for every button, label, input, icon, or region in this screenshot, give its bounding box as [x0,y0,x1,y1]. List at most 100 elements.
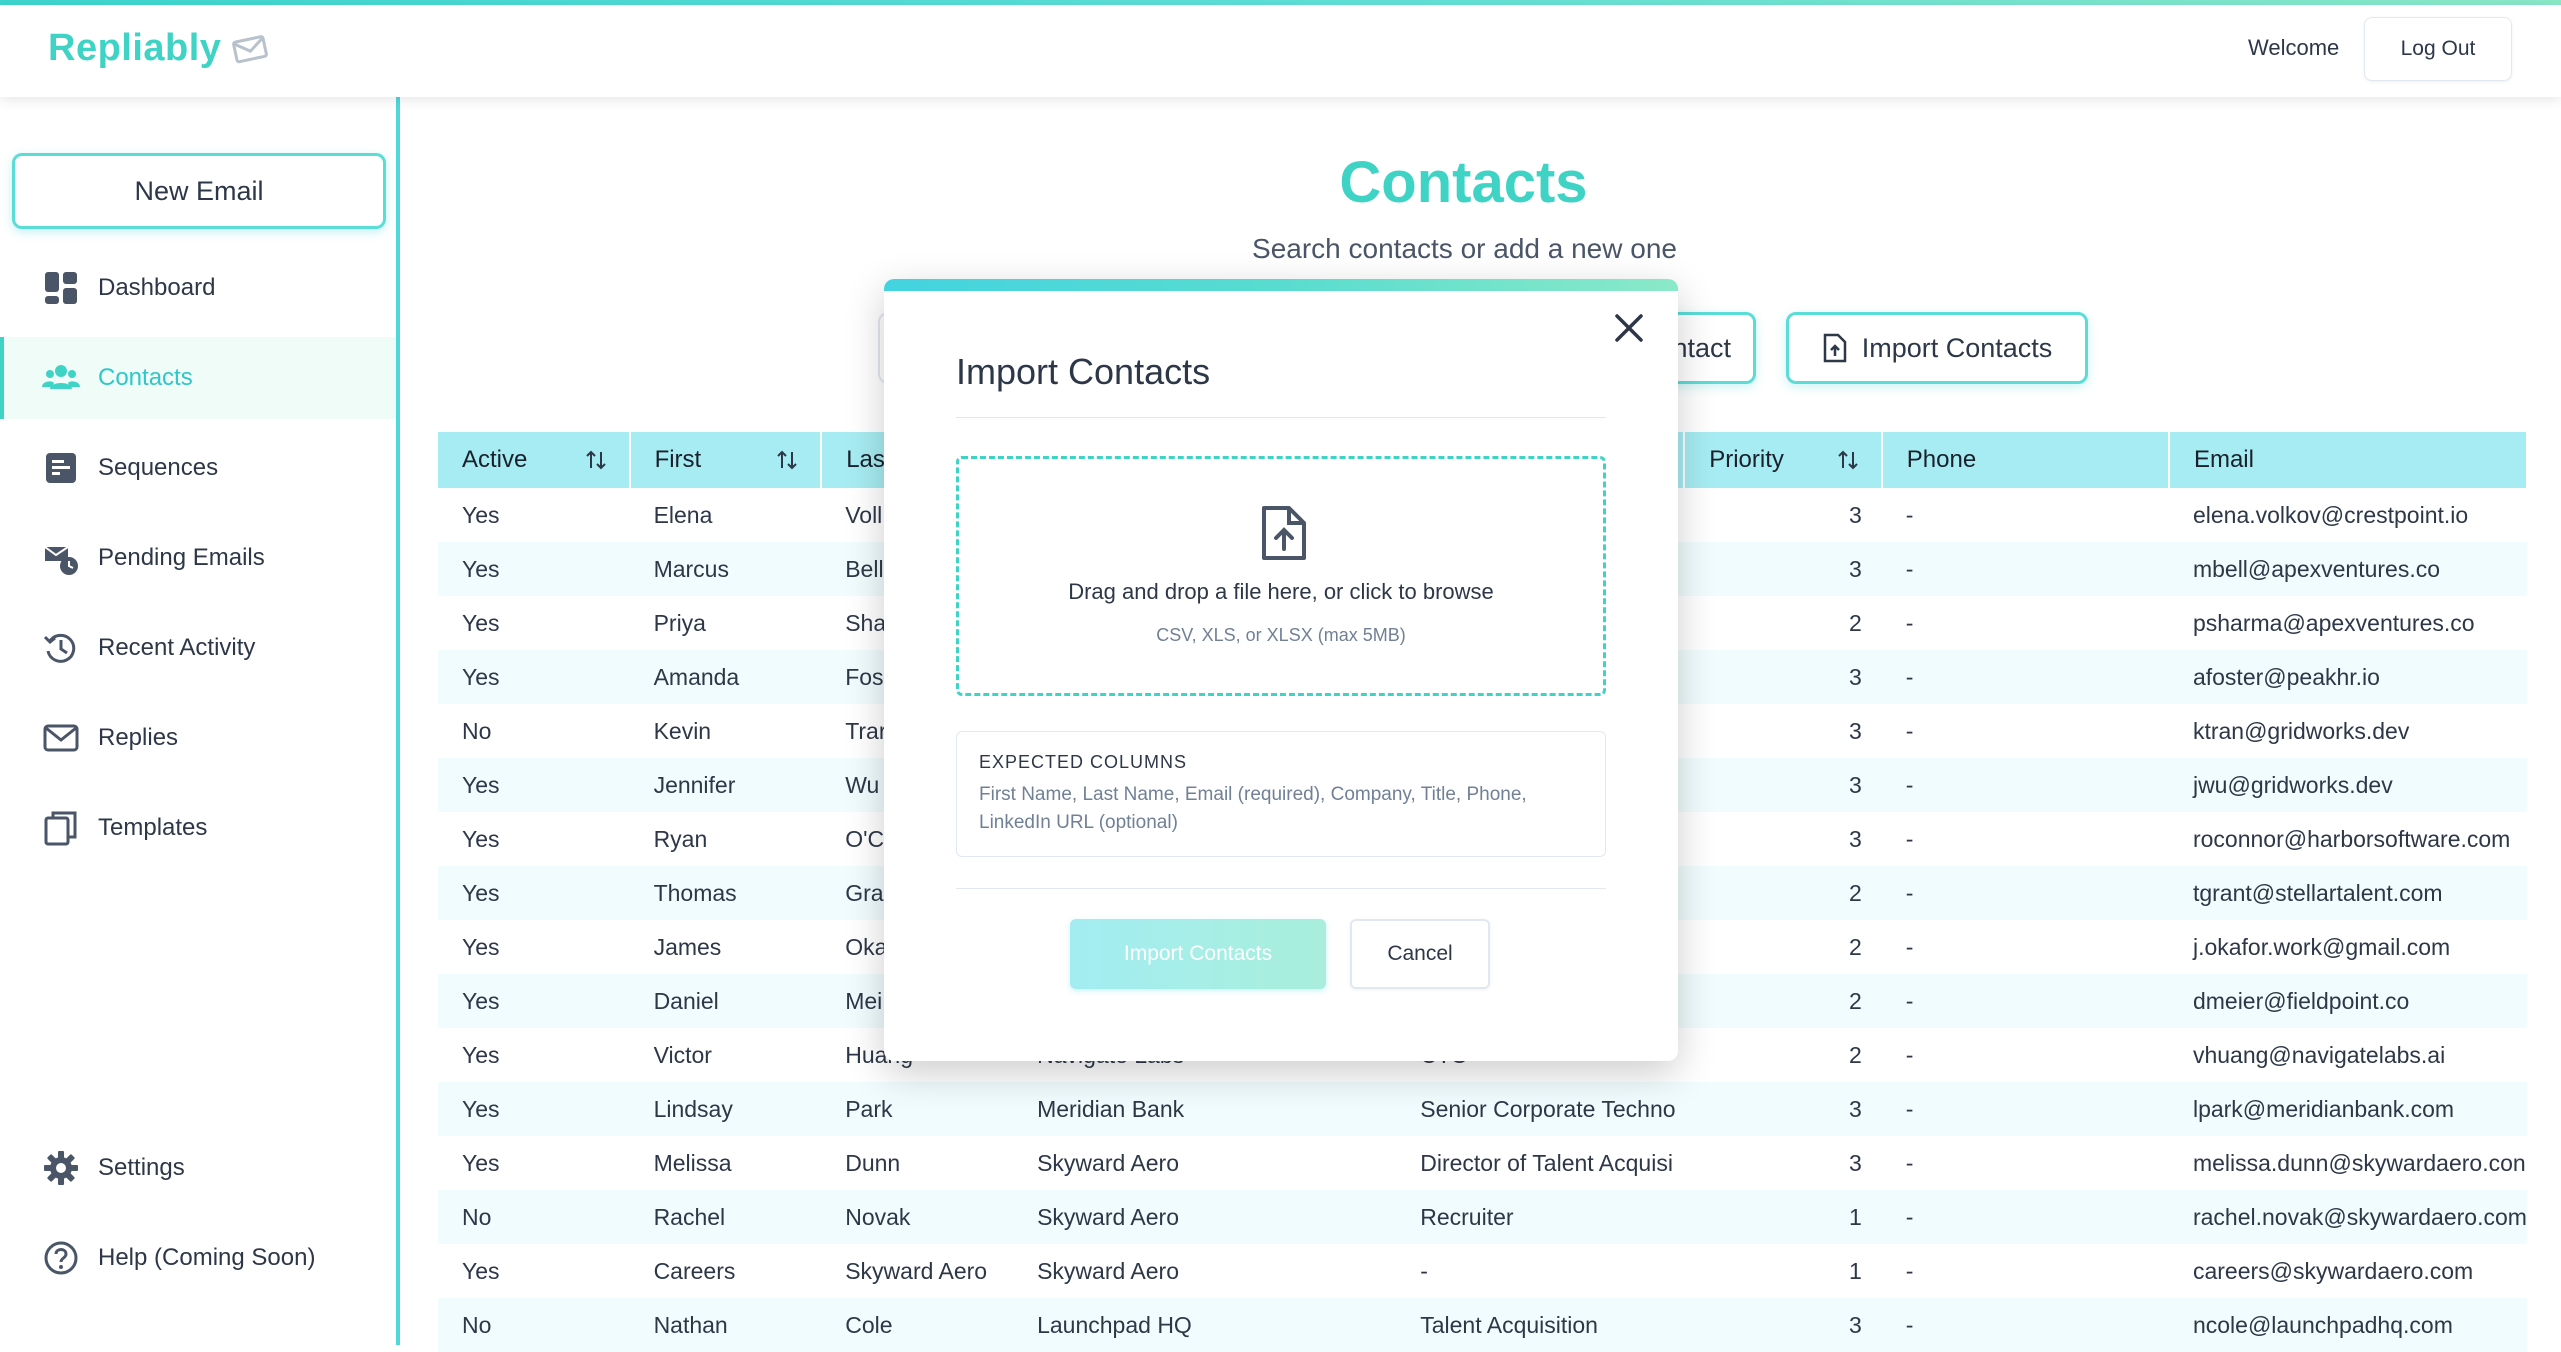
file-upload-icon [1262,506,1306,560]
column-header-label: Priority [1709,446,1784,473]
sidebar-item-label: Help (Coming Soon) [98,1244,316,1271]
sidebar-item-templates[interactable]: Templates [0,787,396,869]
cell-active: Yes [462,1257,500,1284]
sidebar-item-replies[interactable]: Replies [0,697,396,779]
logout-button[interactable]: Log Out [2364,17,2512,81]
sidebar-item-pending-emails[interactable]: Pending Emails [0,517,396,599]
sidebar-item-label: Settings [98,1154,185,1181]
cell-phone: - [1881,866,2169,920]
cell-email: elena.volkov@crestpoint.io [2192,501,2469,528]
column-header-email[interactable]: Email [2168,432,2529,488]
cell-email: mbell@apexventures.co [2168,542,2527,596]
cell-priority: 2 [1684,974,1882,1028]
cell-phone: - [1881,1082,2169,1136]
cell-phone: - [1881,758,2169,812]
sidebar-item-dashboard[interactable]: Dashboard [0,247,396,329]
cell-active: Yes [462,825,500,852]
table-row[interactable]: Yes Melissa Dunn Skyward Aero Director of Ta… [438,1136,2527,1190]
table-row[interactable]: No Rachel Novak Skyward Aero Recruiter 1- rach… [438,1190,2527,1244]
pending-emails-icon [44,546,78,575]
modal-divider [956,417,1606,418]
import-contacts-submit-button[interactable]: Import Contacts [1070,919,1326,989]
cell-title: Recruiter [1396,1190,1685,1244]
cell-last: Dunn [845,1149,901,1176]
sidebar-item-sequences[interactable]: Sequences [0,427,396,509]
modal-divider [956,888,1606,889]
sidebar-item-recent-activity[interactable]: Recent Activity [0,607,396,689]
sidebar-item-settings[interactable]: Settings [0,1127,396,1209]
cell-email: vhuang@navigatelabs.ai [2192,1041,2446,1068]
cell-priority: 3 [1684,1082,1882,1136]
cell-active: Yes [462,501,500,528]
cell-title: - [1420,1257,1428,1284]
gear-icon [44,1151,78,1185]
sidebar-item-contacts[interactable]: Contacts [0,337,396,419]
column-header-priority[interactable]: Priority [1684,432,1883,488]
cell-first: Nathan [629,1298,822,1352]
dropzone-file-types: CSV, XLS, or XLSX (max 5MB) [1156,625,1406,645]
cell-phone: - [1905,609,1914,636]
sort-icon[interactable] [1837,448,1859,472]
cell-priority: 3 [1684,650,1882,704]
cell-first: Kevin [653,717,712,744]
cell-company: Skyward Aero [1013,1190,1397,1244]
cell-company: Skyward Aero [1037,1149,1179,1176]
cell-email: tgrant@stellartalent.com [2168,866,2527,920]
import-contacts-modal: Import Contacts Drag and drop a file her… [884,279,1678,1061]
templates-icon [44,811,77,846]
column-header-label: Las [846,446,885,473]
column-header-label: First [654,446,702,473]
app-logo[interactable]: Repliably [48,27,271,70]
table-row[interactable]: No Nathan Cole Launchpad HQ Talent Acquisiti… [438,1298,2527,1352]
cell-first: Careers [653,1257,736,1284]
column-header-label: Phone [1906,446,1977,473]
column-header-active[interactable]: Active [438,432,631,488]
cell-email: lpark@meridianbank.com [2168,1082,2527,1136]
cell-priority: 1 [1684,1190,1882,1244]
sidebar-bottom-nav: Settings Help (Coming Soon) [0,1127,396,1307]
modal-accent-stripe [884,279,1678,291]
cell-priority: 1 [1848,1257,1862,1284]
sort-icon[interactable] [585,448,607,472]
cell-email: rachel.novak@skywardaero.com [2168,1190,2527,1244]
cell-first: Victor [653,1041,712,1068]
cell-active: Yes [462,609,500,636]
cancel-button[interactable]: Cancel [1350,919,1490,989]
top-header: Repliably Welcome Log Out [0,5,2561,97]
cell-active: No [462,717,492,744]
cell-last: Novak [821,1190,1014,1244]
column-header-first[interactable]: First [629,432,823,488]
table-row[interactable]: Yes Lindsay Park Meridian Bank Senior Corpor… [438,1082,2527,1136]
column-header-phone[interactable]: Phone [1881,432,2170,488]
import-contacts-label: Import Contacts [1861,332,2053,363]
cell-first: Amanda [629,650,822,704]
help-icon [44,1241,78,1275]
cell-first: Melissa [653,1149,732,1176]
table-row[interactable]: Yes Careers Skyward Aero Skyward Aero - 1 - car… [438,1244,2527,1298]
cell-last: Cole [821,1298,1014,1352]
sidebar-item-label: Pending Emails [98,544,265,571]
new-email-button[interactable]: New Email [12,153,386,229]
file-dropzone[interactable]: Drag and drop a file here, or click to b… [956,456,1606,696]
cell-priority: 3 [1848,717,1862,744]
import-contacts-button[interactable]: Import Contacts [1786,312,2088,384]
page-subtitle: Search contacts or add a new one [404,233,2561,265]
column-header-label: Email [2193,446,2254,473]
cell-title: Talent Acquisition [1396,1298,1685,1352]
cell-phone: - [1881,542,2169,596]
sidebar-item-help[interactable]: Help (Coming Soon) [0,1217,396,1299]
sort-icon[interactable] [776,448,798,472]
cell-priority: 2 [1684,866,1882,920]
cell-priority: 3 [1684,542,1882,596]
sidebar-item-label: Templates [98,814,208,841]
cell-active: Yes [438,866,630,920]
cell-phone: - [1905,1257,1914,1284]
cell-active: Yes [462,1149,500,1176]
close-icon[interactable] [1612,311,1646,345]
cell-email: roconnor@harborsoftware.com [2192,825,2511,852]
cell-first: Jennifer [629,758,822,812]
cell-first: Daniel [629,974,822,1028]
cell-active: Yes [438,758,630,812]
cell-first: James [653,933,722,960]
cell-email: melissa.dunn@skywardaero.con [2192,1149,2526,1176]
